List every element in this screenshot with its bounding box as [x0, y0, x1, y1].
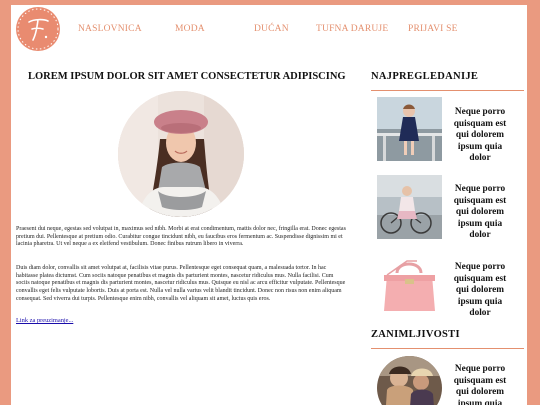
most-viewed-thumb-2[interactable] — [377, 175, 442, 239]
download-link[interactable]: Link za preuzimanje... — [16, 317, 73, 324]
interesting-text-1[interactable]: Neque porro quisquam est qui dolorem ips… — [447, 364, 513, 405]
site-logo[interactable] — [16, 7, 60, 51]
interesting-thumb-1[interactable] — [377, 356, 442, 405]
most-viewed-text-3[interactable]: Neque porro quisquam est qui dolorem ips… — [447, 262, 513, 320]
most-viewed-heading: NAJPREGLEDANIJE — [371, 71, 479, 82]
site-header: NASLOVNICA MODA DUĆAN TUFNA DARUJE PRIJA… — [11, 5, 527, 55]
nav-item-moda[interactable]: MODA — [175, 24, 205, 34]
nav-item-ducan[interactable]: DUĆAN — [254, 24, 289, 34]
article-title: LOREM IPSUM DOLOR SIT AMET CONSECTETUR A… — [28, 71, 346, 82]
nav-item-naslovnica[interactable]: NASLOVNICA — [78, 24, 142, 34]
nav-item-prijavi-se[interactable]: PRIJAVI SE — [408, 24, 458, 34]
interesting-divider — [371, 348, 524, 349]
most-viewed-text-1[interactable]: Neque porro quisquam est qui dolorem ips… — [447, 107, 513, 165]
article-paragraph-1: Praesent dui neque, egestas sed volutpat… — [16, 226, 346, 248]
most-viewed-thumb-1[interactable] — [377, 97, 442, 161]
page-frame: NASLOVNICA MODA DUĆAN TUFNA DARUJE PRIJA… — [11, 5, 527, 405]
most-viewed-divider — [371, 90, 524, 91]
article-paragraph-2: Duis diam dolor, convallis sit amet volu… — [16, 265, 346, 302]
logo-monogram-icon — [17, 8, 59, 50]
nav-item-tufna-daruje[interactable]: TUFNA DARUJE — [316, 24, 388, 34]
article-hero-image — [118, 91, 244, 217]
most-viewed-thumb-3[interactable] — [377, 253, 442, 317]
interesting-heading: ZANIMLJIVOSTI — [371, 329, 460, 340]
most-viewed-text-2[interactable]: Neque porro quisquam est qui dolorem ips… — [447, 184, 513, 242]
